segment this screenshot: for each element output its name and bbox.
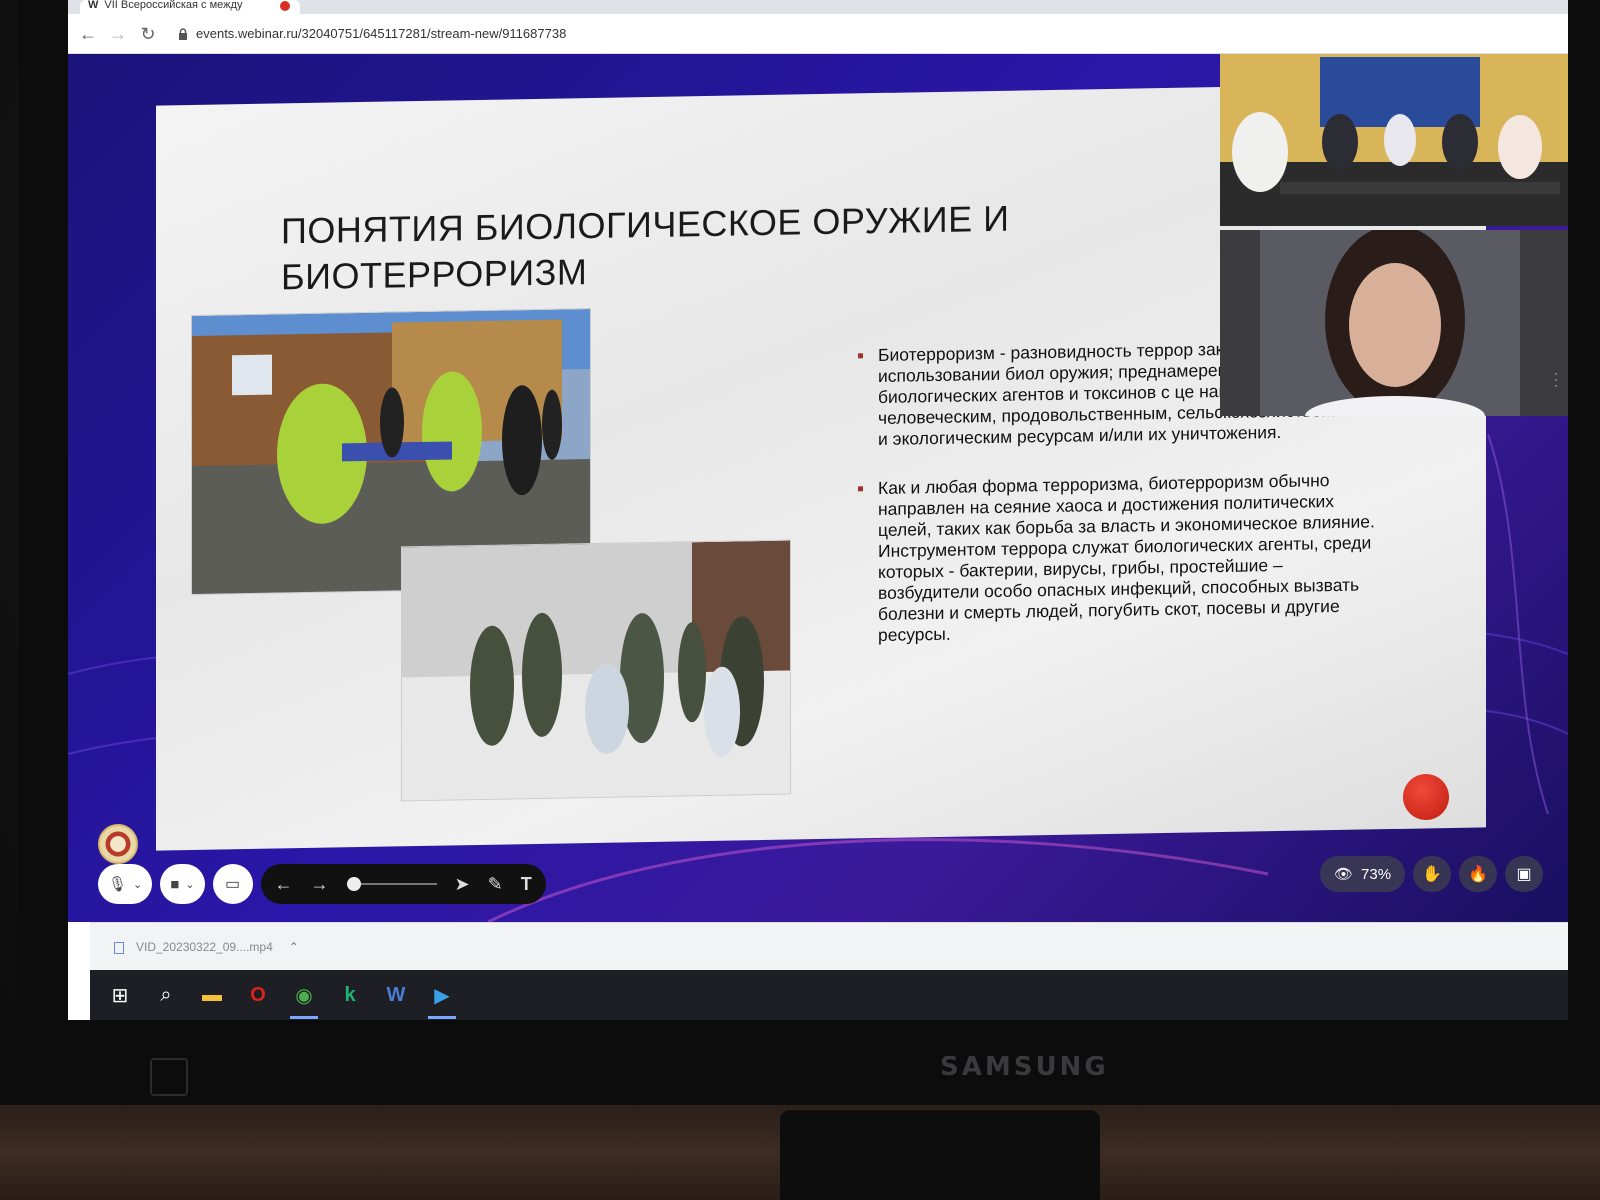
pencil-icon[interactable]: ✎ bbox=[488, 874, 503, 895]
right-controls: 👁 73% ✋ 🔥 ▣ bbox=[1320, 856, 1544, 892]
arrow-right-icon[interactable]: → bbox=[311, 874, 329, 895]
camera-control[interactable]: ■ ⌄ bbox=[160, 864, 205, 904]
university-logo bbox=[98, 824, 138, 864]
meeting-controls: 🎙 ⌄ ■ ⌄ ▭ ← → ➤ ✎ T bbox=[98, 862, 546, 906]
layout-icon: ▣ bbox=[1516, 866, 1532, 883]
eye-icon: 👁 bbox=[1334, 866, 1354, 883]
video-file-icon bbox=[114, 941, 124, 954]
opera-icon[interactable]: O bbox=[242, 979, 274, 1011]
arrow-left-icon[interactable]: ← bbox=[275, 874, 293, 895]
media-player-icon[interactable]: ▶ bbox=[426, 979, 458, 1019]
download-file-name[interactable]: VID_20230322_09....mp4 bbox=[136, 940, 273, 954]
reload-icon[interactable]: ↻ bbox=[136, 22, 160, 46]
forward-arrow-icon[interactable]: → bbox=[106, 22, 130, 46]
zoom-slider-thumb[interactable] bbox=[346, 877, 361, 891]
pointer-icon[interactable]: ➤ bbox=[455, 874, 470, 895]
webinar-stage: ПОНЯТИЯ БИОЛОГИЧЕСКОЕ ОРУЖИЕ И БИОТЕРРОР… bbox=[68, 54, 1568, 922]
windows-start-icon[interactable]: ⊞ bbox=[104, 979, 136, 1011]
lock-icon bbox=[179, 28, 187, 40]
chevron-down-icon: ⌄ bbox=[133, 878, 143, 891]
chrome-icon[interactable]: ◉ bbox=[288, 979, 320, 1019]
chevron-up-icon[interactable]: ⌃ bbox=[289, 940, 299, 954]
tab-favicon: W bbox=[88, 0, 99, 11]
fire-icon: 🔥 bbox=[1468, 866, 1489, 883]
windows-taskbar: ⊞ ⌕ ▬ O ◉ k W ▶ bbox=[90, 970, 1568, 1020]
word-icon[interactable]: W bbox=[380, 979, 412, 1011]
back-arrow-icon[interactable]: ← bbox=[76, 22, 100, 46]
microphone-control[interactable]: 🎙 ⌄ bbox=[98, 864, 153, 904]
raise-hand-button[interactable]: ✋ bbox=[1413, 856, 1452, 892]
bullet-marker bbox=[858, 353, 863, 359]
energy-star-badge bbox=[150, 1058, 188, 1096]
bullet-marker bbox=[858, 486, 863, 492]
url-text: events.webinar.ru/32040751/645117281/str… bbox=[196, 26, 567, 41]
tab-close-icon[interactable] bbox=[280, 1, 290, 11]
url-field[interactable]: events.webinar.ru/32040751/645117281/str… bbox=[168, 20, 1228, 48]
layout-button[interactable]: ▣ bbox=[1505, 856, 1544, 892]
record-button[interactable] bbox=[1403, 774, 1449, 820]
search-icon[interactable]: ⌕ bbox=[150, 979, 182, 1011]
chevron-down-icon: ⌄ bbox=[185, 878, 195, 891]
file-explorer-icon[interactable]: ▬ bbox=[196, 979, 228, 1011]
camera-icon: ■ bbox=[170, 875, 180, 893]
bullet-text: Как и любая форма терроризма, биотеррори… bbox=[878, 470, 1375, 646]
monitor-brand: SAMSUNG bbox=[940, 1052, 1109, 1082]
hazmat-photo-2 bbox=[401, 539, 791, 802]
tab-bar: W VII Всероссийская с между bbox=[68, 0, 1568, 14]
tab-title: VII Всероссийская с между bbox=[104, 0, 243, 11]
slide-toolbar: ← → ➤ ✎ T bbox=[260, 864, 546, 904]
monitor-stand bbox=[780, 1110, 1100, 1200]
kaspersky-icon[interactable]: k bbox=[334, 979, 366, 1011]
text-tool-icon[interactable]: T bbox=[521, 874, 532, 895]
video-menu-icon[interactable]: · · · bbox=[1554, 367, 1558, 391]
viewers-counter[interactable]: 👁 73% bbox=[1320, 856, 1406, 892]
bullet-item: Как и любая форма терроризма, биотеррори… bbox=[856, 469, 1376, 646]
reaction-button[interactable]: 🔥 bbox=[1459, 856, 1498, 892]
address-bar: ← → ↻ events.webinar.ru/32040751/6451172… bbox=[68, 14, 1568, 54]
screen: W VII Всероссийская с между ← → ↻ events.… bbox=[68, 0, 1568, 1020]
microphone-icon: 🎙 bbox=[108, 876, 128, 893]
screen-share-icon: ▭ bbox=[224, 876, 241, 893]
zoom-slider[interactable] bbox=[346, 877, 437, 891]
slide-title: ПОНЯТИЯ БИОЛОГИЧЕСКОЕ ОРУЖИЕ И БИОТЕРРОР… bbox=[281, 197, 1010, 298]
raise-hand-icon: ✋ bbox=[1422, 866, 1443, 883]
viewers-percent: 73% bbox=[1361, 865, 1392, 883]
video-conference-room[interactable] bbox=[1220, 54, 1568, 226]
screen-share-button[interactable]: ▭ bbox=[212, 864, 253, 904]
browser-tab[interactable]: W VII Всероссийская с между bbox=[80, 0, 300, 14]
downloads-bar: VID_20230322_09....mp4 ⌃ bbox=[90, 922, 1568, 970]
video-speaker[interactable]: · · · bbox=[1220, 230, 1568, 416]
